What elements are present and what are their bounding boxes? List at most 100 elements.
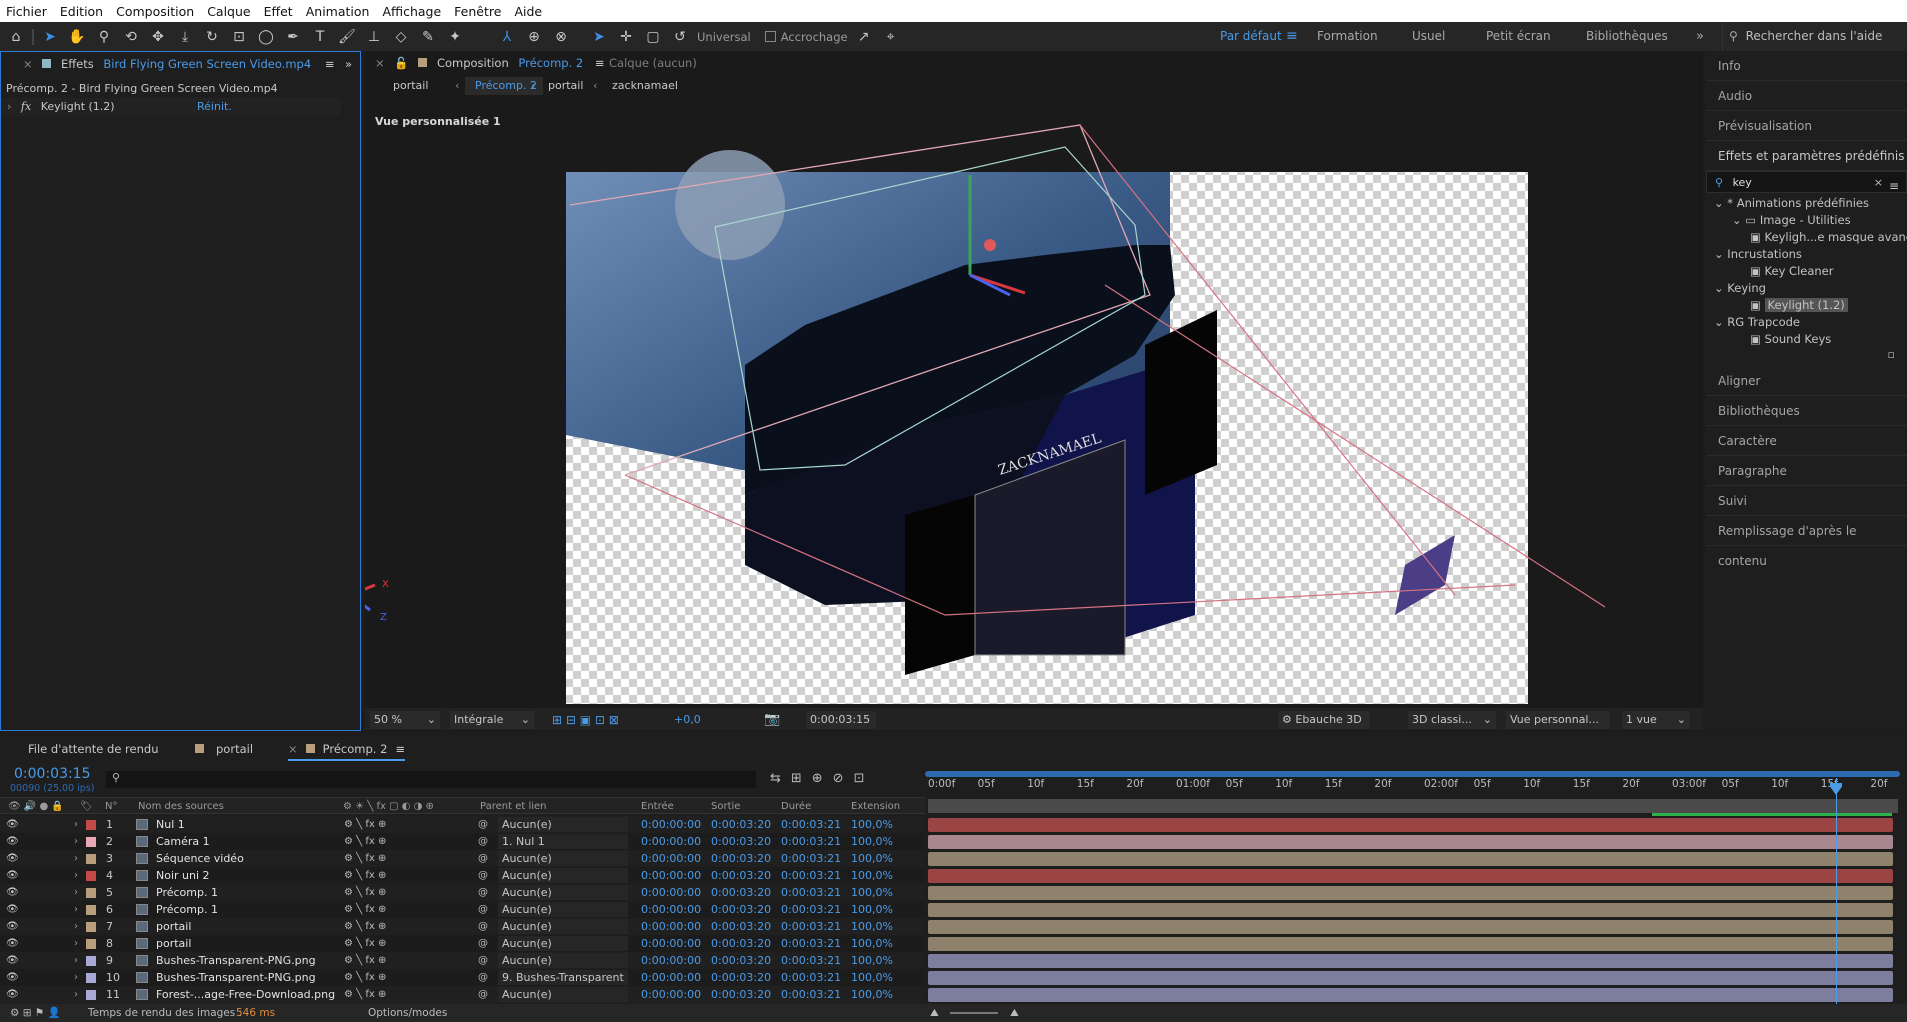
layer-stretch[interactable]: 100,0% [851,918,893,935]
move-gizmo-icon[interactable]: ✛ [615,26,637,48]
layer-out[interactable]: 0:00:03:20 [711,833,771,850]
close-icon[interactable]: × [288,742,298,756]
expand-panel-icon[interactable]: » [345,52,352,76]
world-axis-icon[interactable]: ⊕ [523,26,545,48]
preset-tree-item[interactable]: ⌄ ▭ Image - Utilities [1706,212,1907,229]
layer-name[interactable]: Bushes-Transparent-PNG.png [156,969,316,986]
view-axis-icon[interactable]: ⊗ [550,26,572,48]
exposure-value[interactable]: +0,0 [670,711,705,729]
pickwhip-icon[interactable]: @ [478,969,488,986]
preset-tree-item[interactable]: ▣ Keyligh...e masque avancé [1706,229,1907,246]
layer-duration[interactable]: 0:00:03:21 [781,901,841,918]
eraser-tool-icon[interactable]: ◇ [390,26,412,48]
layer-duration-bar[interactable] [928,920,1893,934]
layer-row[interactable]: 👁 › 9 Bushes-Transparent-PNG.png ⚙ ╲ fx ⊕ @ Au… [0,952,925,969]
parent-dropdown[interactable]: Aucun(e) [498,817,628,832]
eye-icon[interactable]: 👁 [6,816,19,833]
layer-duration[interactable]: 0:00:03:21 [781,867,841,884]
layer-duration[interactable]: 0:00:03:21 [781,986,841,1003]
layer-out[interactable]: 0:00:03:20 [711,918,771,935]
pickwhip-icon[interactable]: @ [478,867,488,884]
breadcrumb-zacknamael[interactable]: zacknamael [612,77,678,95]
header-in[interactable]: Entrée [641,801,674,812]
layer-duration-bar[interactable] [928,818,1893,832]
parent-dropdown[interactable]: Aucun(e) [498,868,628,883]
zoom-tool-icon[interactable]: ⚲ [93,26,115,48]
dolly-camera-icon[interactable]: ⤓ [174,26,196,48]
layer-name[interactable]: Bushes-Transparent-PNG.png [156,952,316,969]
eye-icon[interactable]: 👁 [6,969,19,986]
layer-out[interactable]: 0:00:03:20 [711,884,771,901]
scale-gizmo-icon[interactable]: ▢ [642,26,664,48]
pen-tool-icon[interactable]: ✒ [282,26,304,48]
chevron-right-icon[interactable]: › [74,901,78,918]
eye-icon[interactable]: 👁 [6,867,19,884]
workspace-default[interactable]: Par défaut [1220,22,1282,51]
layer-row[interactable]: 👁 › 2 Caméra 1 ⚙ ╲ fx ⊕ @1. Nul 1 0:00:00:00 0:… [0,833,925,850]
label-color-swatch[interactable] [86,922,96,932]
camera-icon[interactable]: 📷 [760,711,784,729]
layer-in[interactable]: 0:00:00:00 [641,850,701,867]
parent-dropdown[interactable]: 1. Nul 1 [498,834,628,849]
layer-duration-bar[interactable] [928,886,1893,900]
chevron-right-icon[interactable]: › [74,884,78,901]
parent-dropdown[interactable]: 9. Bushes-Transparent [498,970,628,985]
layer-row[interactable]: 👁 › 7 portail ⚙ ╲ fx ⊕ @ Aucun(e) 0:00:00:00 0:0… [0,918,925,935]
time-ruler[interactable] [925,771,1907,801]
parent-dropdown[interactable]: Aucun(e) [498,885,628,900]
workspace-small-screen[interactable]: Petit écran [1486,22,1551,51]
zoom-in-icon[interactable]: ⛰ [1010,1004,1019,1022]
preset-tree-item[interactable]: ⌄ RG Trapcode [1706,314,1907,331]
preset-tree-item[interactable]: ⌄ * Animations prédéfinies [1706,195,1907,212]
timeline-switch-icons[interactable]: ⇆⊞⊕⊘⊡ [770,771,874,786]
renderer-button[interactable]: ⚙ Ebauche 3D [1278,711,1370,729]
layer-out[interactable]: 0:00:03:20 [711,969,771,986]
label-color-swatch[interactable] [86,905,96,915]
menu-item-1[interactable]: Edition [60,4,103,19]
layer-duration[interactable]: 0:00:03:21 [781,850,841,867]
chevron-right-icon[interactable]: › [74,918,78,935]
header-out[interactable]: Sortie [711,801,740,812]
pan-camera-icon[interactable]: ✥ [147,26,169,48]
panel-effects-presets[interactable]: Effets et paramètres prédéfinis ≡ [1706,141,1907,193]
eye-icon[interactable]: 👁 [6,935,19,952]
presets-search-input[interactable]: ⚲ key × [1706,171,1907,193]
universal-select-icon[interactable]: ➤ [588,26,610,48]
close-icon[interactable]: × [375,56,385,70]
layer-in[interactable]: 0:00:00:00 [641,918,701,935]
layer-name[interactable]: Précomp. 1 [156,884,218,901]
layer-duration-bar[interactable] [928,971,1893,985]
layer-row[interactable]: 👁 › 1 Nul 1 ⚙ ╲ fx ⊕ @ Aucun(e) 0:00:00:00 0:00:… [0,816,925,833]
layer-out[interactable]: 0:00:03:20 [711,986,771,1003]
stamp-tool-icon[interactable]: ⊥ [363,26,385,48]
layer-row[interactable]: 👁 › 6 Précomp. 1 ⚙ ╲ fx ⊕ @ Aucun(e) 0:00:00:00… [0,901,925,918]
breadcrumb-portail[interactable]: portail [393,77,428,95]
menu-item-5[interactable]: Animation [306,4,370,19]
resolution-dropdown[interactable]: Intégrale ⌄ [450,711,534,729]
layer-duration-bar[interactable] [928,852,1893,866]
label-color-swatch[interactable] [86,973,96,983]
layer-switches-icons[interactable]: ⚙ ╲ fx ⊕ [344,901,386,918]
layer-switches-icons[interactable]: ⚙ ╲ fx ⊕ [344,816,386,833]
orbit-camera-icon[interactable]: ⟲ [120,26,142,48]
parent-dropdown[interactable]: Aucun(e) [498,953,628,968]
lock-icon[interactable]: 🔓 [394,56,408,70]
panel-info[interactable]: Info [1706,51,1907,81]
eye-icon[interactable]: 👁 [6,833,19,850]
view-dropdown[interactable]: Vue personnal... ⌄ [1506,711,1610,744]
layer-duration[interactable]: 0:00:03:21 [781,935,841,952]
timeline-search-input[interactable]: ⚲ [106,771,756,788]
layer-duration-bar[interactable] [928,937,1893,951]
label-color-swatch[interactable] [86,990,96,1000]
layer-name[interactable]: Caméra 1 [156,833,210,850]
menu-item-2[interactable]: Composition [116,4,194,19]
composition-viewer[interactable]: ZACKNAMAEL Y X Z [365,95,1703,705]
preset-tree-item[interactable]: ▣ Key Cleaner [1706,263,1907,280]
layer-switches-icons[interactable]: ⚙ ╲ fx ⊕ [344,867,386,884]
panel-preview[interactable]: Prévisualisation [1706,111,1907,141]
preset-tree-item[interactable]: ▣ Keylight (1.2) [1706,297,1907,314]
pickwhip-icon[interactable]: @ [478,833,488,850]
layer-in[interactable]: 0:00:00:00 [641,867,701,884]
layer-name[interactable]: Précomp. 1 [156,901,218,918]
preset-tree-item[interactable]: ⌄ Keying [1706,280,1907,297]
